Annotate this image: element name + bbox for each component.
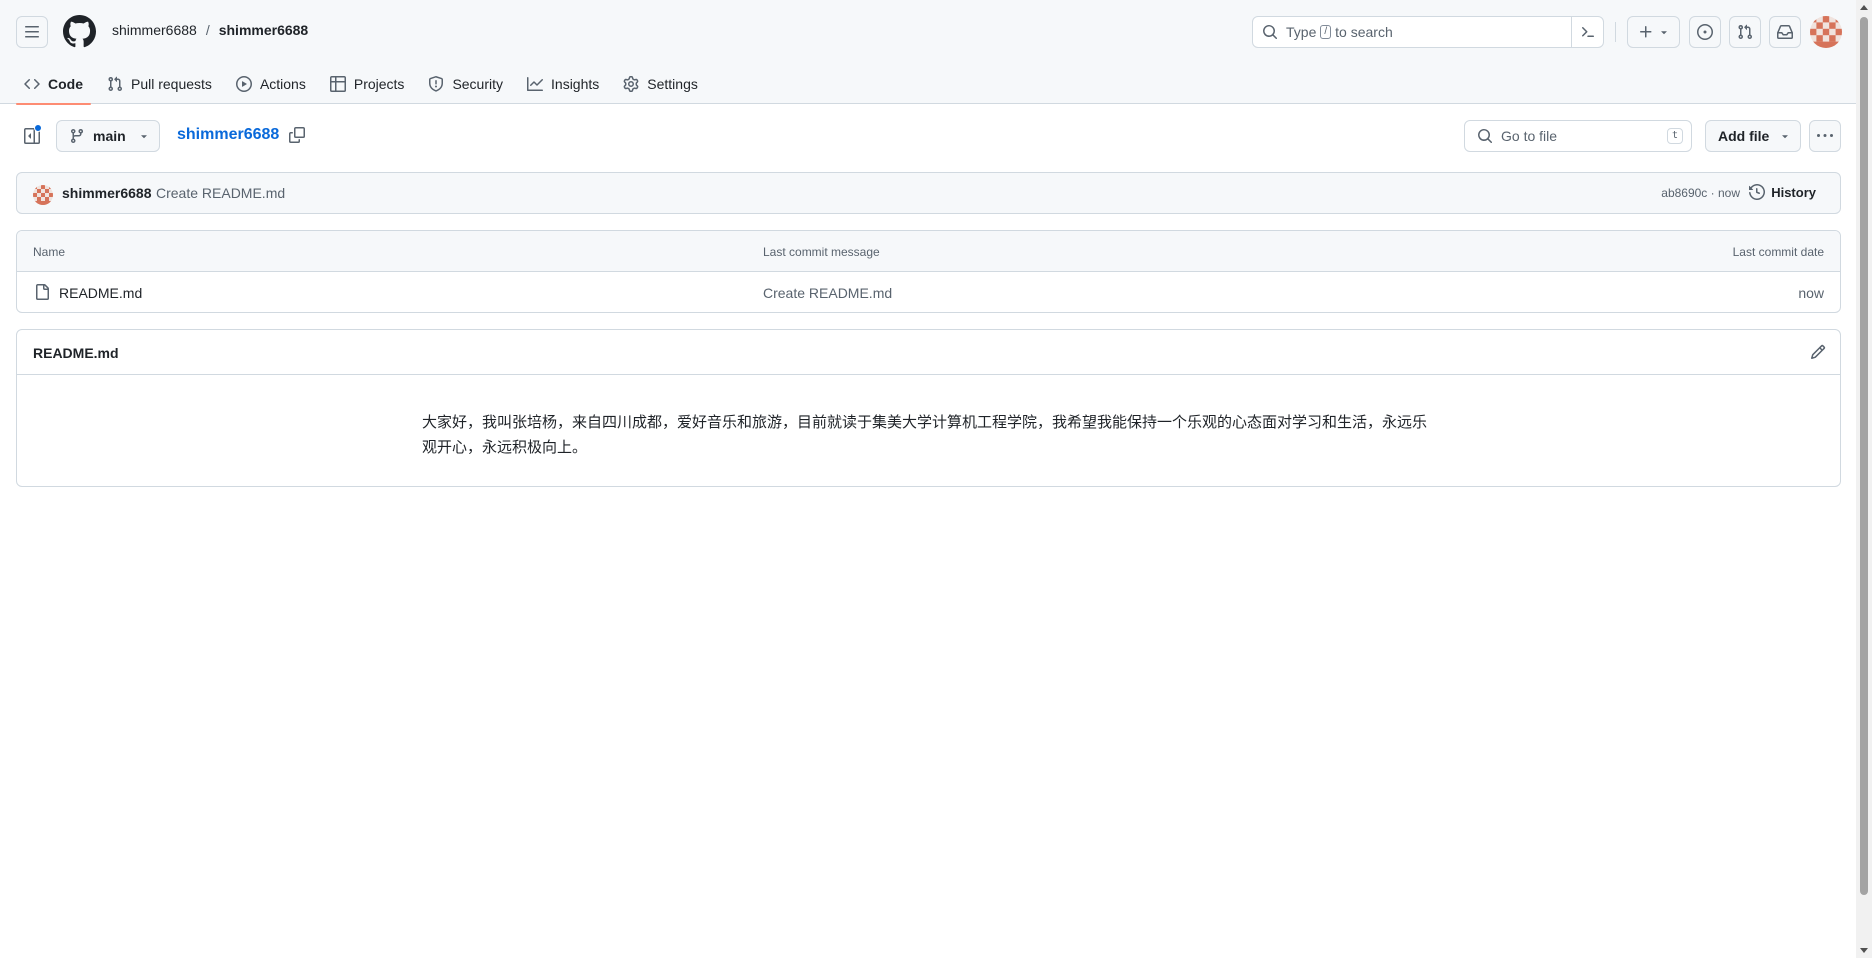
go-to-file-shortcut: t [1666,128,1683,144]
issues-button[interactable] [1689,16,1721,48]
gear-icon [623,76,639,92]
terminal-icon [1580,24,1596,40]
search-placeholder-prefix: Type [1286,24,1317,40]
shield-icon [428,76,444,92]
file-table: Name Last commit message Last commit dat… [16,230,1841,313]
scroll-up-arrow-icon[interactable] [1860,5,1868,10]
go-to-file-placeholder: Go to file [1501,128,1558,144]
command-palette-button[interactable] [1571,16,1603,48]
latest-commit-bar: shimmer6688 Create README.md ab8690c · n… [16,172,1841,214]
branch-select-button[interactable]: main [56,120,160,152]
pencil-icon[interactable] [1810,344,1826,360]
triangle-down-icon [1779,130,1791,142]
tab-security[interactable]: Security [420,64,511,104]
tab-settings[interactable]: Settings [615,64,706,104]
tab-insights[interactable]: Insights [519,64,607,104]
inbox-button[interactable] [1769,16,1801,48]
readme-content: 大家好，我叫张培杨，来自四川成都，爱好音乐和旅游，目前就读于集美大学计算机工程学… [422,413,1428,456]
table-header: Name Last commit message Last commit dat… [17,231,1840,272]
file-icon [34,284,50,300]
readme-title-link[interactable]: README.md [33,345,119,361]
file-name-link[interactable]: README.md [59,285,142,301]
copy-icon[interactable] [289,127,305,143]
tab-code-label: Code [48,76,83,92]
page-scrollbar[interactable] [1856,0,1872,958]
tab-settings-label: Settings [647,76,698,92]
tab-projects-label: Projects [353,76,405,92]
tab-actions[interactable]: Actions [228,64,314,104]
tab-projects[interactable]: Projects [322,64,413,104]
repo-name-link[interactable]: shimmer6688 [177,126,279,144]
search-placeholder-suffix: to search [1335,24,1393,40]
table-row[interactable]: README.md Create README.md now [17,272,1840,312]
readme-panel: README.md 大家好，我叫张培杨，来自四川成都，爱好音乐和旅游，目前就读于… [16,329,1841,487]
notification-dot [34,124,42,132]
table-icon [329,76,346,92]
code-icon [24,76,40,92]
search-icon [1262,24,1278,40]
commit-message-link[interactable]: Create README.md [156,185,285,201]
global-nav: shimmer6688 / shimmer6688 Type / to sear… [0,0,1856,64]
tab-pull-requests[interactable]: Pull requests [99,64,220,104]
history-button[interactable]: History [1749,184,1816,200]
menu-button[interactable] [16,16,48,48]
plus-icon [1638,24,1654,40]
breadcrumb-separator: / [205,22,210,38]
add-file-label: Add file [1718,128,1770,144]
inbox-icon [1777,24,1793,40]
search-icon [1477,128,1493,144]
go-to-file-input[interactable]: Go to file t [1464,120,1692,152]
user-avatar[interactable] [1810,16,1842,48]
tab-actions-label: Actions [259,76,306,92]
tab-insights-label: Insights [551,76,600,92]
history-icon [1749,184,1766,200]
pull-requests-button[interactable] [1729,16,1761,48]
play-icon [235,76,252,92]
history-label: History [1771,184,1816,200]
branch-name: main [93,128,126,144]
commit-sha-time[interactable]: ab8690c · now [1661,186,1740,200]
triangle-down-icon [138,130,150,142]
tab-code[interactable]: Code [16,64,91,105]
repo-nav-tabs: Code Pull requests Actions Projects Secu… [16,64,714,105]
hamburger-icon [24,24,40,40]
scroll-down-arrow-icon[interactable] [1860,948,1868,953]
kebab-horizontal-icon [1817,128,1833,144]
file-tree-toggle-button[interactable] [16,120,48,152]
header-divider [1615,22,1616,42]
create-new-button[interactable] [1627,16,1680,48]
issue-opened-icon [1697,24,1713,40]
search-shortcut-key: / [1320,25,1332,39]
column-header-last-commit-date: Last commit date [1732,245,1824,259]
git-pull-request-icon [1737,24,1753,40]
breadcrumb: shimmer6688 / shimmer6688 [112,22,308,38]
file-commit-date: now [1798,285,1824,301]
github-logo-icon[interactable] [63,15,96,48]
add-file-button[interactable]: Add file [1705,120,1801,152]
graph-icon [527,76,544,92]
tab-security-label: Security [452,76,504,92]
commit-author-avatar[interactable] [33,185,53,205]
scrollbar-thumb[interactable] [1860,17,1868,895]
git-branch-icon [69,128,85,144]
breadcrumb-owner-link[interactable]: shimmer6688 [112,22,197,38]
tab-pull-requests-label: Pull requests [131,76,212,92]
column-header-name: Name [33,245,66,259]
git-pull-request-icon [107,76,123,92]
commit-author-link[interactable]: shimmer6688 [62,185,152,201]
readme-header: README.md [17,330,1840,375]
breadcrumb-repo-link[interactable]: shimmer6688 [219,22,309,38]
column-header-last-commit-message: Last commit message [763,245,880,259]
file-commit-message-link[interactable]: Create README.md [763,285,892,301]
global-search-input[interactable]: Type / to search [1252,16,1604,48]
app-header: shimmer6688 / shimmer6688 Type / to sear… [0,0,1856,105]
more-options-button[interactable] [1809,120,1841,152]
triangle-down-icon [1658,26,1670,38]
